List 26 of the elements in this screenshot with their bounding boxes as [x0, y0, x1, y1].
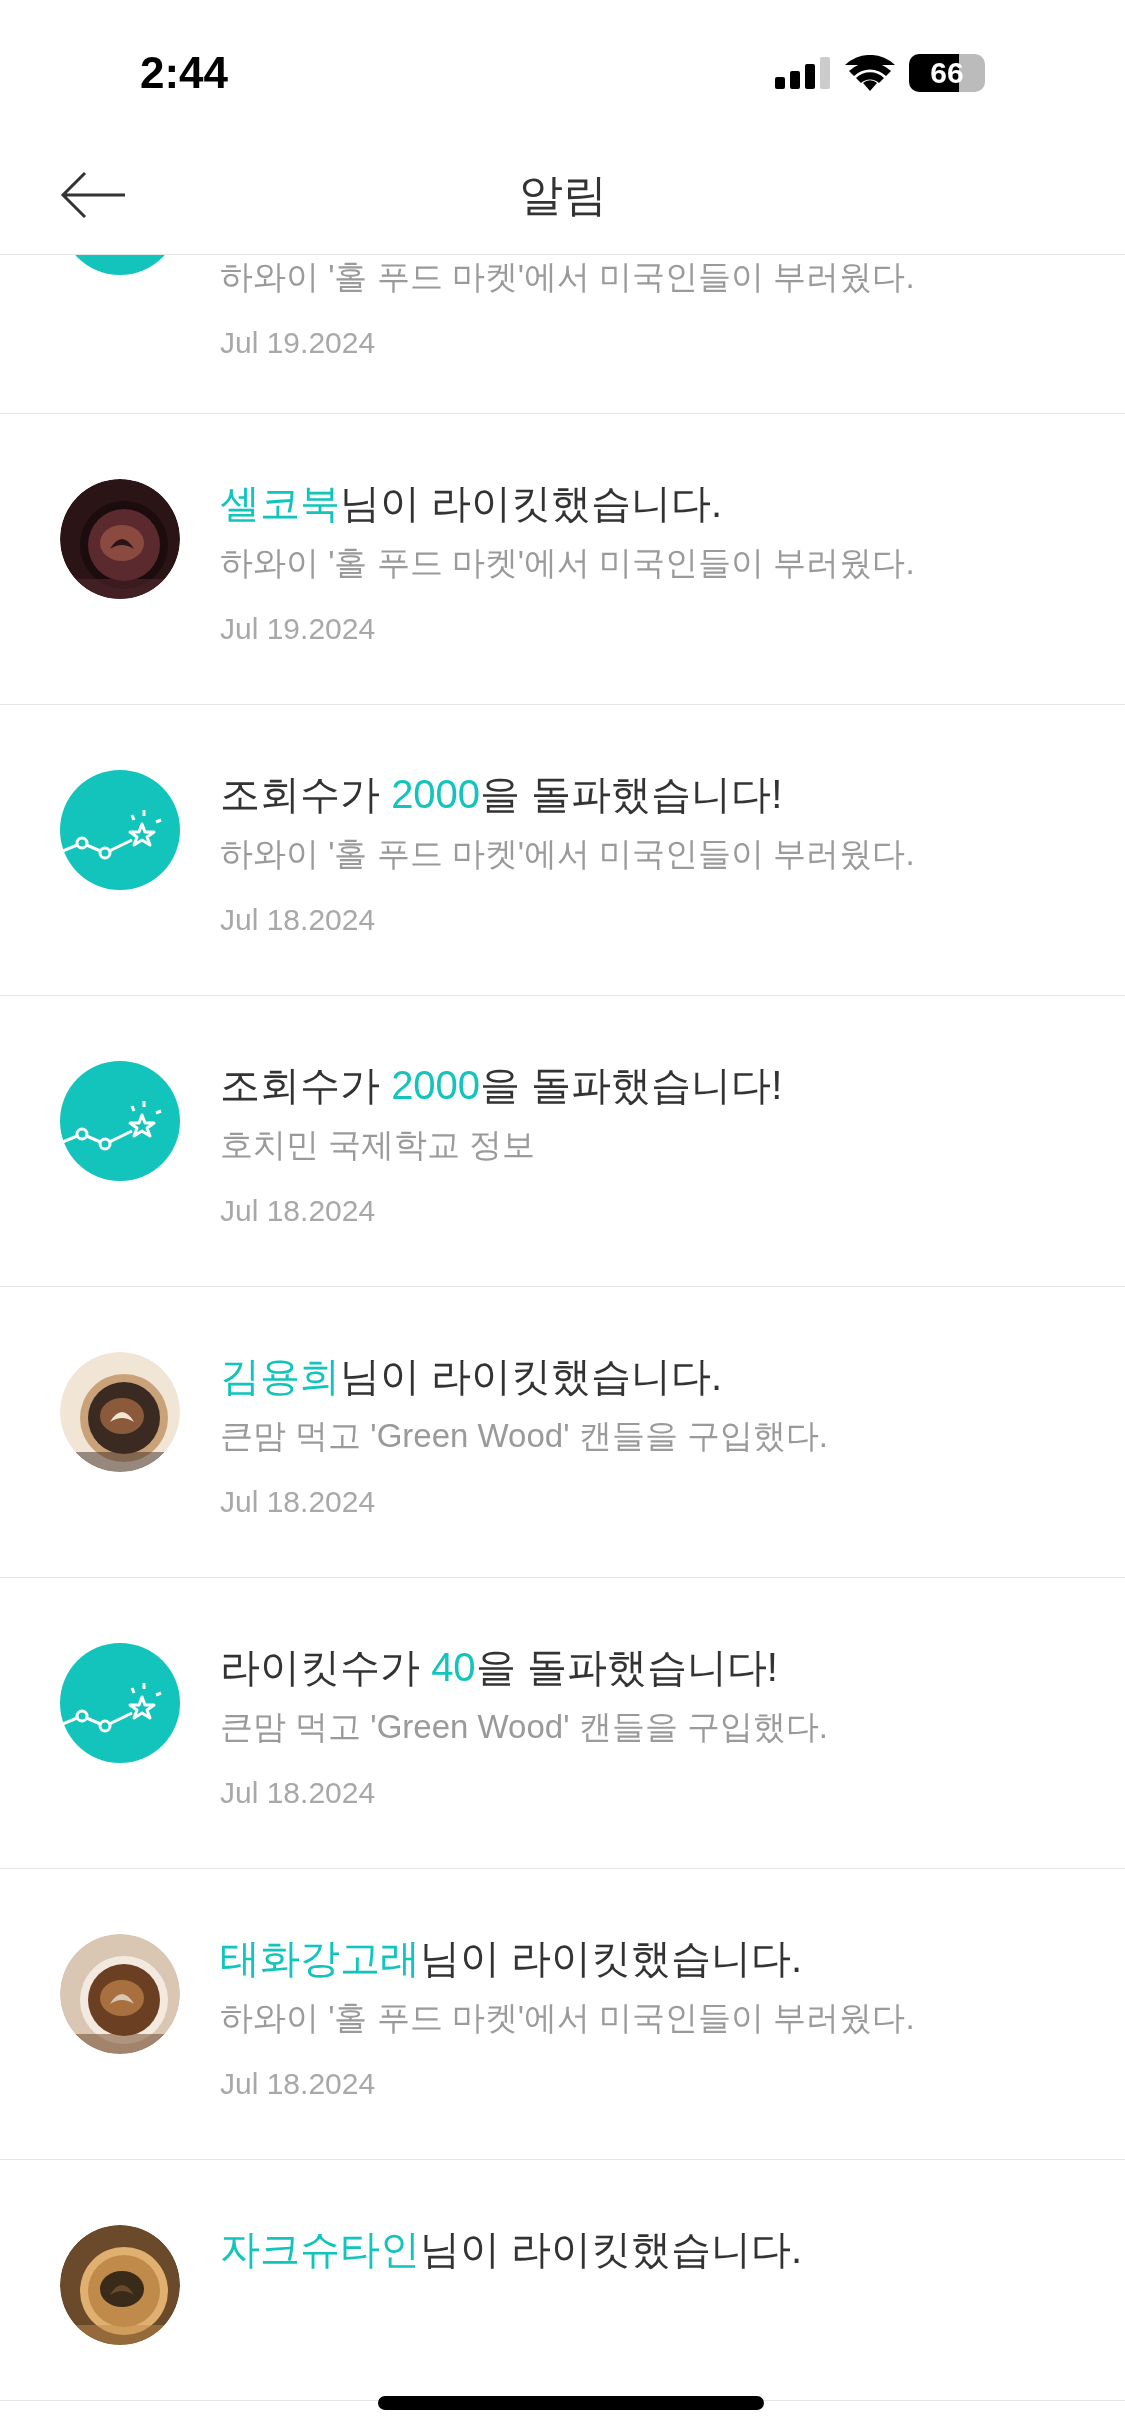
post-title: 하와이 '홀 푸드 마켓'에서 미국인들이 부러웠다.: [220, 834, 915, 874]
notification-date: Jul 18.2024: [220, 2066, 377, 2102]
wifi-icon: [845, 54, 895, 91]
post-title: 하와이 '홀 푸드 마켓'에서 미국인들이 부러웠다.: [220, 543, 915, 583]
notification-date: Jul 18.2024: [220, 902, 377, 938]
status-time: 2:44: [140, 46, 229, 99]
notification-date: Jul 19.2024: [220, 611, 377, 647]
post-title: 하와이 '홀 푸드 마켓'에서 미국인들이 부러웠다.: [220, 257, 915, 297]
notification-date: Jul 19.2024: [220, 325, 377, 361]
post-title: 호치민 국제학교 정보: [220, 1125, 537, 1165]
notification-date: Jul 18.2024: [220, 1775, 377, 1811]
signal-icon: [775, 56, 831, 89]
notification-title: 조회수가 2000을 돌파했습니다!: [220, 771, 784, 818]
post-title: 큰맘 먹고 'Green Wood' 캔들을 구입했다.: [220, 1707, 828, 1747]
notification-title: 셀코북님이 라이킷했습니다.: [220, 480, 724, 527]
post-title: 큰맘 먹고 'Green Wood' 캔들을 구입했다.: [220, 1416, 828, 1456]
notification-title: 조회수가 2000을 돌파했습니다!: [220, 1062, 783, 1109]
notification-date: Jul 18.2024: [220, 1484, 377, 1520]
post-title: 하와이 '홀 푸드 마켓'에서 미국인들이 부러웠다.: [220, 1998, 915, 2038]
notification-date: Jul 18.2024: [220, 1193, 377, 1229]
notification-title: 김용희 님이 라이킷했습니다.: [220, 1353, 724, 1400]
notification-title: 태화강고래 님이 라이킷했습니다.: [220, 1935, 804, 1982]
back-arrow-icon: [59, 170, 127, 220]
notification-title: 자크슈타인 님이 라이킷했습니다.: [220, 2226, 803, 2273]
notification-title: 라이킷수가 40을 돌파했습니다!: [220, 1644, 779, 1691]
page-title: 알림: [518, 168, 607, 221]
